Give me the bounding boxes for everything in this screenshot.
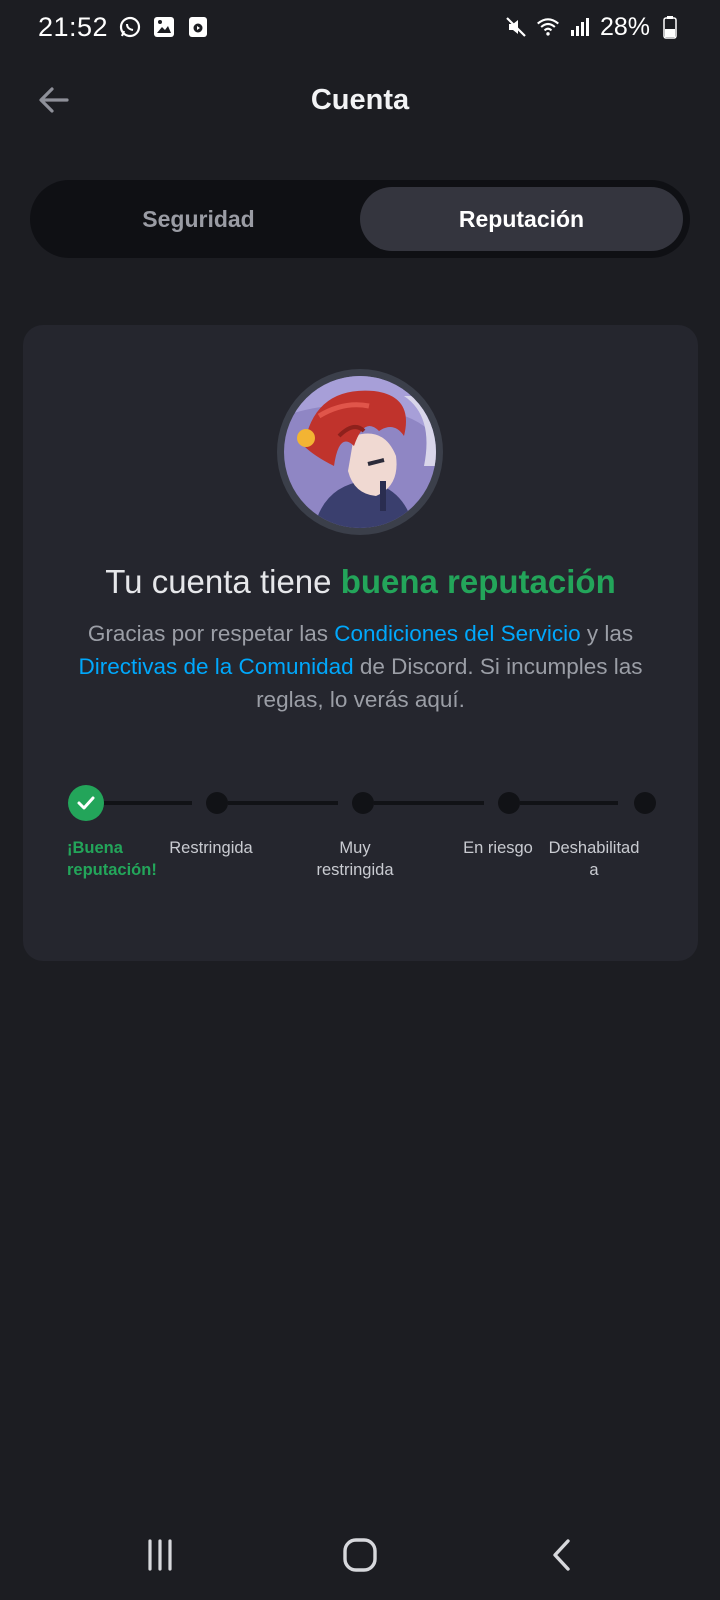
- avatar: [277, 369, 443, 535]
- step-label-line: En riesgo: [463, 839, 533, 857]
- wifi-icon: [536, 15, 560, 39]
- whatsapp-icon: [118, 15, 142, 39]
- home-icon: [343, 1538, 377, 1572]
- step-node: [634, 792, 656, 814]
- battery-percent: 28%: [599, 12, 650, 41]
- step-label-line: Muy: [339, 839, 371, 857]
- track-segment: [520, 801, 618, 805]
- signal-icon: [568, 15, 592, 39]
- home-button[interactable]: [330, 1530, 390, 1580]
- battery-icon: [658, 15, 682, 39]
- standing-description: Gracias por respetar las Condiciones del…: [78, 617, 643, 716]
- step-label-line: Deshabilitad: [548, 839, 640, 857]
- gallery-icon: [152, 15, 176, 39]
- step-node-current: [68, 785, 104, 821]
- recents-button[interactable]: [130, 1530, 190, 1580]
- desc-text-1: Gracias por respetar las: [87, 621, 335, 646]
- arrow-left-icon: [39, 87, 69, 113]
- standing-track: [68, 783, 658, 823]
- back-button[interactable]: [30, 76, 78, 124]
- track-segment: [228, 801, 338, 805]
- tab-security[interactable]: Seguridad: [37, 187, 360, 251]
- step-label-at-risk: En riesgo: [448, 837, 548, 859]
- standing-status: buena reputación: [340, 563, 616, 600]
- status-right: 28%: [504, 13, 682, 42]
- step-node: [352, 792, 374, 814]
- standing-heading: Tu cuenta tiene buena reputación: [23, 563, 698, 601]
- media-icon: [186, 15, 210, 39]
- status-time: 21:52: [38, 11, 109, 42]
- header: Cuenta: [0, 62, 720, 138]
- step-node: [206, 792, 228, 814]
- desc-text-2: y las: [580, 621, 634, 646]
- track-segment: [374, 801, 484, 805]
- system-navigation-bar: [0, 1520, 720, 1590]
- heading-prefix: Tu cuenta tiene: [105, 563, 341, 600]
- step-node: [498, 792, 520, 814]
- avatar-image: [284, 376, 436, 528]
- account-tabs: Seguridad Reputación: [30, 180, 690, 258]
- standing-card: Tu cuenta tiene buena reputación Gracias…: [23, 325, 698, 961]
- system-back-button[interactable]: [532, 1530, 592, 1580]
- mute-icon: [504, 15, 528, 39]
- step-label-line: a: [589, 861, 599, 879]
- community-guidelines-link[interactable]: Directivas de la Comunidad: [78, 654, 353, 679]
- terms-of-service-link[interactable]: Condiciones del Servicio: [334, 621, 580, 646]
- back-icon: [553, 1539, 570, 1571]
- step-label-very-limited: Muy restringida: [300, 837, 410, 881]
- step-label-line: Restringida: [169, 839, 253, 857]
- step-label-line: restringida: [316, 861, 394, 879]
- recents-icon: [148, 1539, 172, 1571]
- step-label-line: reputación!: [67, 861, 157, 879]
- track-segment: [104, 801, 192, 805]
- status-bar: 21:52 28%: [0, 0, 720, 54]
- page-title: Cuenta: [310, 83, 410, 116]
- check-icon: [77, 796, 95, 810]
- tab-reputation[interactable]: Reputación: [360, 187, 683, 251]
- status-left: 21:52: [38, 12, 210, 43]
- step-label-limited: Restringida: [159, 837, 263, 859]
- step-label-disabled: Deshabilitad a: [541, 837, 647, 881]
